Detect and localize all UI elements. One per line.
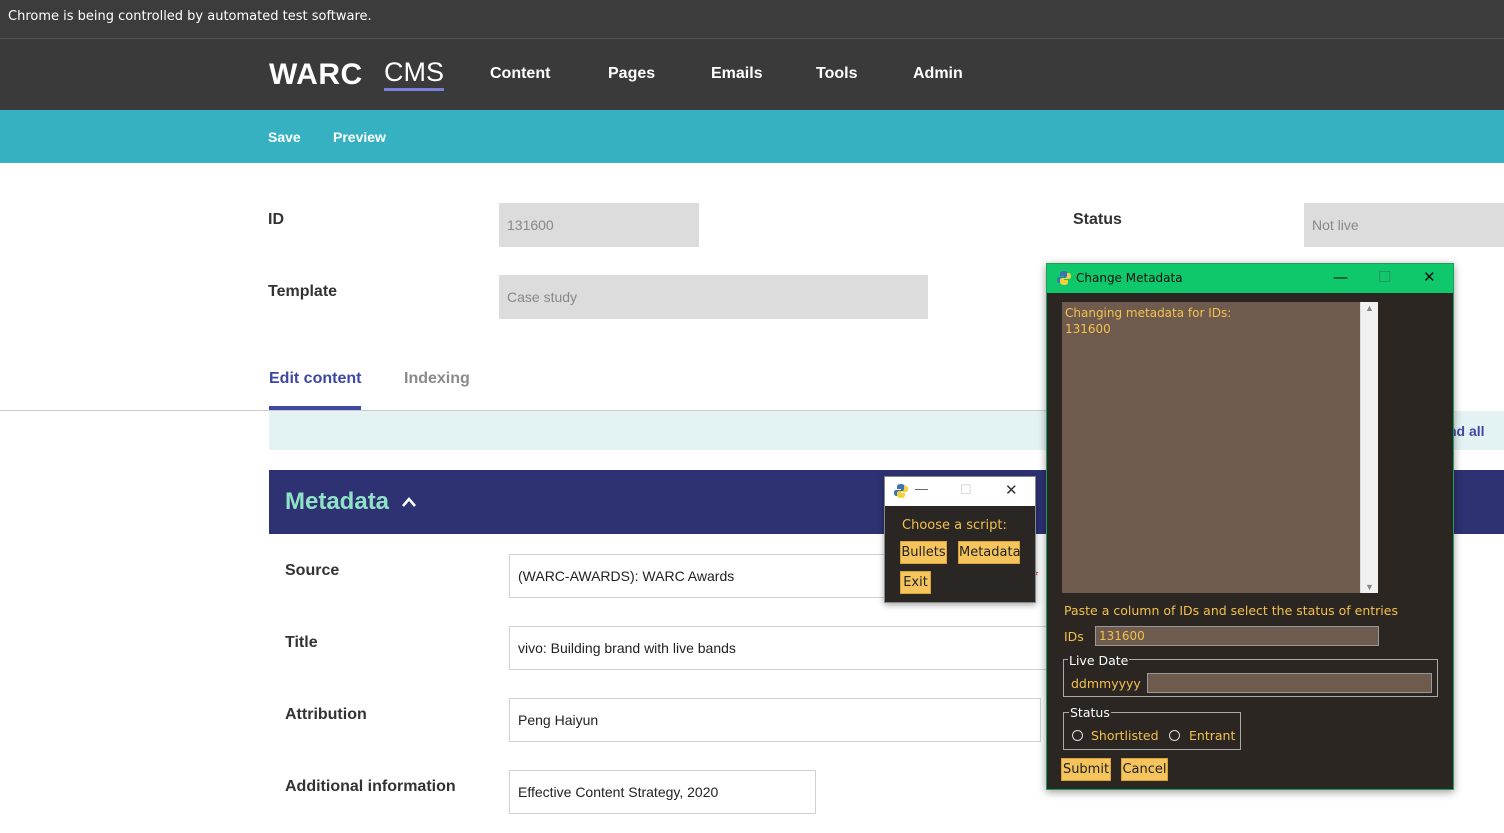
template-label: Template: [268, 283, 338, 300]
python-icon: [893, 483, 909, 504]
logo-cms: CMS: [384, 56, 444, 91]
automation-infobar: Chrome is being controlled by automated …: [0, 0, 1504, 39]
entrant-label[interactable]: Entrant: [1189, 728, 1235, 743]
template-field: Case study: [499, 275, 928, 319]
chooser-titlebar[interactable]: — ☐ ✕: [885, 477, 1035, 506]
shortlisted-label[interactable]: Shortlisted: [1091, 728, 1159, 743]
source-label: Source: [285, 562, 340, 579]
minimize-button[interactable]: —: [915, 481, 928, 496]
nav-content[interactable]: Content: [490, 65, 550, 83]
close-button[interactable]: ✕: [1005, 481, 1018, 499]
metadata-title: Metadata: [285, 488, 390, 515]
logo-warc: WARC: [269, 58, 363, 91]
exit-button[interactable]: Exit: [900, 571, 931, 594]
title-label: Title: [285, 634, 318, 651]
chevron-up-icon: [401, 492, 417, 513]
preview-button[interactable]: Preview: [333, 129, 386, 145]
attribution-label: Attribution: [285, 706, 367, 723]
live-date-hint: ddmmyyyy: [1071, 676, 1141, 691]
choose-script-label: Choose a script:: [902, 518, 1007, 533]
scroll-down-icon[interactable]: ▼: [1365, 582, 1374, 592]
maximize-button: ☐: [1378, 268, 1392, 286]
metadata-button[interactable]: Metadata: [958, 541, 1021, 564]
script-chooser-window: — ☐ ✕ Choose a script: Bullets Metadata …: [884, 476, 1036, 603]
id-field: 131600: [499, 203, 699, 247]
status-group-label: Status: [1069, 705, 1111, 720]
instruction-text: Paste a column of IDs and select the sta…: [1064, 603, 1398, 618]
status-field: Not live: [1304, 203, 1504, 247]
id-label: ID: [268, 211, 284, 228]
nav-tools[interactable]: Tools: [816, 65, 857, 83]
change-metadata-window: Change Metadata — ☐ ✕ Changing metadata …: [1046, 263, 1454, 790]
additional-info-field[interactable]: Effective Content Strategy, 2020: [509, 770, 816, 814]
change-metadata-titlebar[interactable]: Change Metadata — ☐ ✕: [1047, 264, 1453, 293]
nav-pages[interactable]: Pages: [608, 65, 655, 83]
save-button[interactable]: Save: [268, 129, 301, 145]
window-title: Change Metadata: [1076, 271, 1183, 285]
nav-emails[interactable]: Emails: [711, 65, 763, 83]
maximize-button: ☐: [960, 482, 972, 497]
ids-input[interactable]: 131600: [1095, 626, 1379, 646]
entrant-radio[interactable]: [1169, 730, 1180, 741]
action-bar: Save Preview: [0, 110, 1504, 163]
title-field[interactable]: vivo: Building brand with live bands: [509, 626, 1049, 670]
tab-indexing[interactable]: Indexing: [404, 370, 470, 388]
nav-admin[interactable]: Admin: [913, 65, 963, 83]
submit-button[interactable]: Submit: [1061, 758, 1111, 781]
tab-edit-content[interactable]: Edit content: [269, 370, 361, 388]
minimize-button[interactable]: —: [1333, 268, 1348, 286]
python-icon: [1056, 270, 1072, 291]
live-date-input[interactable]: [1147, 673, 1432, 693]
status-label: Status: [1073, 211, 1122, 228]
top-navigation: WARC CMS Content Pages Emails Tools Admi…: [0, 39, 1504, 110]
log-textbox[interactable]: Changing metadata for IDs: 131600: [1062, 302, 1360, 593]
attribution-field[interactable]: Peng Haiyun: [509, 698, 1041, 742]
close-button[interactable]: ✕: [1423, 268, 1436, 286]
shortlisted-radio[interactable]: [1072, 730, 1083, 741]
scroll-up-icon[interactable]: ▲: [1365, 303, 1374, 313]
bullets-button[interactable]: Bullets: [900, 541, 947, 564]
log-scrollbar[interactable]: ▲ ▼: [1360, 302, 1378, 593]
additional-info-label: Additional information: [285, 778, 456, 795]
ids-label: IDs: [1064, 629, 1084, 644]
cancel-button[interactable]: Cancel: [1121, 758, 1168, 781]
live-date-label: Live Date: [1068, 653, 1130, 668]
infobar-text: Chrome is being controlled by automated …: [8, 9, 372, 24]
source-field[interactable]: (WARC-AWARDS): WARC Awards: [509, 554, 929, 598]
